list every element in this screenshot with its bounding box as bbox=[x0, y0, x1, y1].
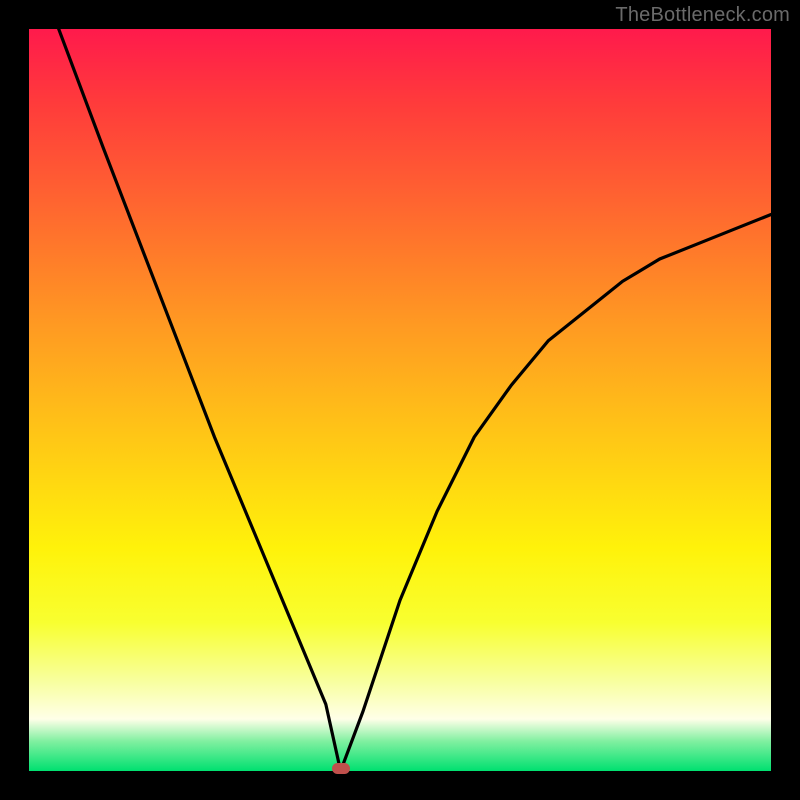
bottleneck-curve bbox=[29, 29, 771, 771]
attribution-text: TheBottleneck.com bbox=[615, 4, 790, 27]
curve-path bbox=[59, 29, 771, 771]
optimal-marker bbox=[332, 763, 350, 774]
